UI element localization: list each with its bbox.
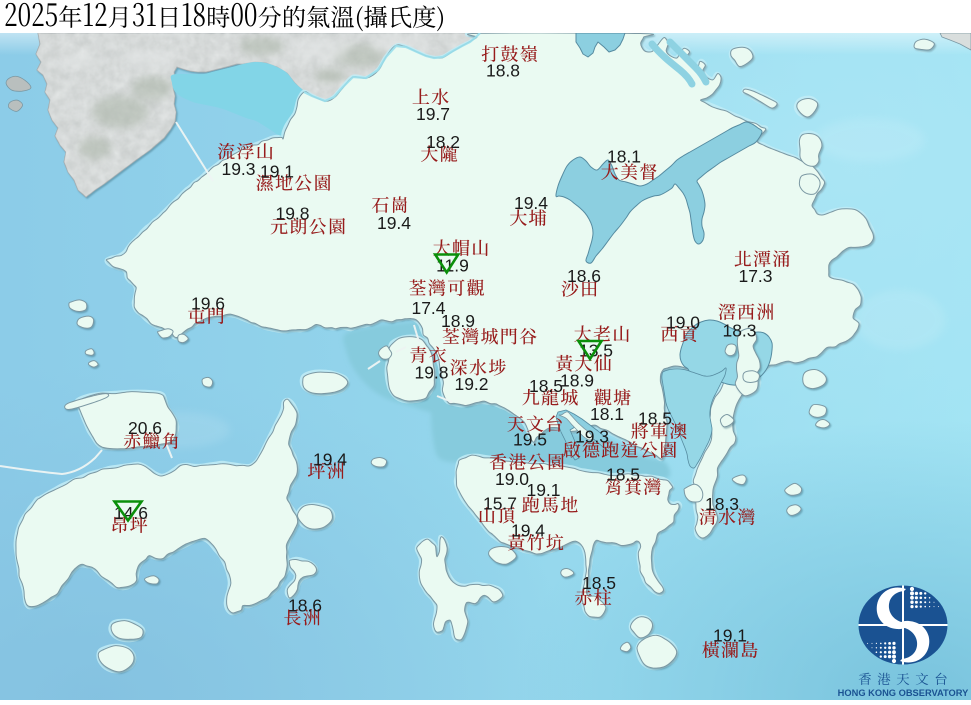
svg-text:17.3: 17.3 [738,266,772,286]
svg-text:19.3: 19.3 [575,426,609,446]
svg-text:18.2: 18.2 [426,132,460,152]
svg-text:18.6: 18.6 [288,595,322,615]
svg-text:19.0: 19.0 [666,312,700,332]
svg-text:18.8: 18.8 [486,60,520,80]
svg-text:19.4: 19.4 [514,193,548,213]
svg-text:19.4: 19.4 [313,449,347,469]
svg-text:18.9: 18.9 [441,311,475,331]
svg-text:19.1: 19.1 [526,480,560,500]
svg-text:19.2: 19.2 [454,374,488,394]
svg-text:18.5: 18.5 [606,464,640,484]
svg-text:18.3: 18.3 [722,320,756,340]
svg-text:19.6: 19.6 [191,293,225,313]
svg-text:19.8: 19.8 [414,362,448,382]
svg-text:15.7: 15.7 [483,493,517,513]
svg-text:18.9: 18.9 [560,370,594,390]
svg-text:18.5: 18.5 [529,376,563,396]
svg-text:19.5: 19.5 [513,429,547,449]
svg-text:HONG KONG OBSERVATORY: HONG KONG OBSERVATORY [838,688,969,698]
svg-text:18.5: 18.5 [638,408,672,428]
svg-text:18.5: 18.5 [582,573,616,593]
svg-text:19.8: 19.8 [275,203,309,223]
svg-text:18.1: 18.1 [607,146,641,166]
svg-text:18.3: 18.3 [705,494,739,514]
svg-text:19.1: 19.1 [260,161,294,181]
svg-text:20.6: 20.6 [128,418,162,438]
svg-text:19.4: 19.4 [511,520,545,540]
svg-text:19.1: 19.1 [713,625,747,645]
svg-text:19.3: 19.3 [221,159,255,179]
svg-text:18.1: 18.1 [590,404,624,424]
svg-text:19.0: 19.0 [495,469,529,489]
svg-text:19.4: 19.4 [377,213,411,233]
svg-text:19.7: 19.7 [416,104,450,124]
svg-text:18.6: 18.6 [567,266,601,286]
